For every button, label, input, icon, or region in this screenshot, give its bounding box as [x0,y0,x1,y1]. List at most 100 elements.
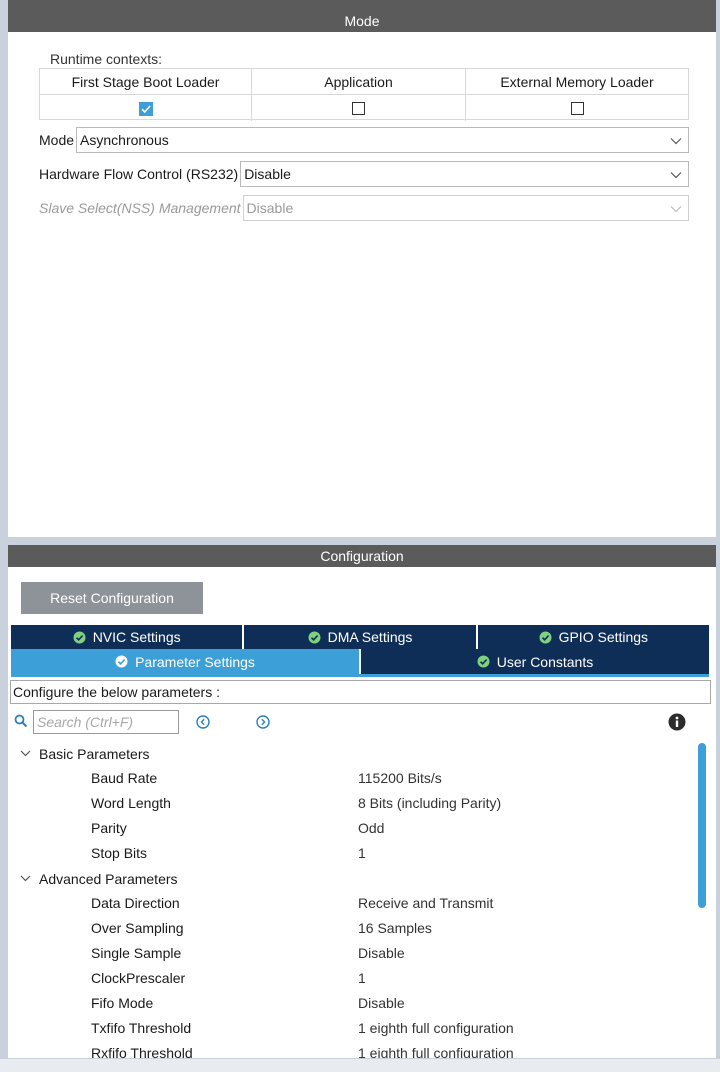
mode-panel-header: Mode [8,10,716,32]
nss-row: Slave Select(NSS) Management Disable [39,195,689,221]
nss-label: Slave Select(NSS) Management [39,200,241,216]
check-circle-icon [539,631,552,643]
param-value: Disable [358,995,405,1011]
param-name: Data Direction [91,895,180,911]
param-value: 1 eighth full configuration [358,1020,514,1036]
param-row-word-length[interactable]: Word Length 8 Bits (including Parity) [8,791,698,816]
param-name: Txfifo Threshold [91,1020,192,1036]
reset-configuration-button[interactable]: Reset Configuration [21,582,203,614]
mode-row: Mode Asynchronous [39,127,689,153]
tab-gpio-settings-label: GPIO Settings [558,629,649,645]
panel-splitter[interactable] [0,537,720,545]
param-name: Rxfifo Threshold [91,1045,193,1058]
search-toolbar [14,710,704,734]
tab-dma-settings-label: DMA Settings [327,629,413,645]
context-cell-external-memory-loader [466,95,688,121]
configure-description: Configure the below parameters : [10,680,711,704]
frame-left-border [0,0,8,1072]
runtime-contexts-label: Runtime contexts: [50,51,163,67]
nss-select-value: Disable [246,200,294,216]
previous-match-icon[interactable] [196,715,210,729]
tab-parameter-settings-label: Parameter Settings [135,653,255,670]
group-label: Advanced Parameters [39,870,178,887]
tab-gpio-settings[interactable]: GPIO Settings [477,625,709,649]
info-icon[interactable] [668,713,686,731]
context-header-fsbl: First Stage Boot Loader [40,69,252,95]
context-cell-fsbl [40,95,252,121]
active-tab-underline [11,674,709,677]
tab-dma-settings[interactable]: DMA Settings [244,625,478,649]
param-row-over-sampling[interactable]: Over Sampling 16 Samples [8,916,698,941]
param-row-parity[interactable]: Parity Odd [8,816,698,841]
mode-panel: Mode Runtime contexts: First Stage Boot … [8,0,716,537]
check-circle-icon [477,655,490,668]
chevron-down-icon [20,750,31,757]
tab-nvic-settings[interactable]: NVIC Settings [11,625,245,649]
external-memory-loader-checkbox[interactable] [570,101,584,115]
param-row-baud-rate[interactable]: Baud Rate 115200 Bits/s [8,766,698,791]
hwflow-select-value: Disable [244,166,291,182]
param-value: 1 [358,845,366,861]
check-circle-icon [73,631,86,643]
runtime-contexts-table: First Stage Boot Loader Application Exte… [39,68,689,121]
param-value: Odd [358,820,385,836]
mode-label: Mode [39,132,75,148]
context-header-external-memory-loader: External Memory Loader [466,69,688,95]
param-name: ClockPrescaler [91,970,186,986]
settings-tabs-row-1: NVIC Settings DMA Settings GPIO Settings [11,625,709,649]
param-value: Receive and Transmit [358,895,494,911]
mode-top-strip [8,0,716,10]
check-circle-icon [115,655,128,668]
param-name: Parity [91,820,127,836]
search-input[interactable] [33,710,179,734]
search-icon[interactable] [14,714,28,728]
tab-nvic-settings-label: NVIC Settings [92,629,181,645]
param-row-rxfifo-threshold[interactable]: Rxfifo Threshold 1 eighth full configura… [8,1041,698,1058]
group-advanced-parameters[interactable]: Advanced Parameters [8,866,698,891]
frame-right-border [716,0,720,1072]
param-row-single-sample[interactable]: Single Sample Disable [8,941,698,966]
param-name: Fifo Mode [91,995,154,1011]
nss-select: Disable [242,195,689,221]
group-basic-parameters[interactable]: Basic Parameters [8,741,698,766]
parameter-tree: Basic Parameters Baud Rate 115200 Bits/s… [8,741,698,1058]
mode-select-value: Asynchronous [80,132,169,148]
next-match-icon[interactable] [256,715,270,729]
param-value: 1 eighth full configuration [358,1045,514,1058]
param-row-fifo-mode[interactable]: Fifo Mode Disable [8,991,698,1016]
chevron-down-icon [670,172,682,179]
param-value: 16 Samples [358,920,432,936]
fsbl-checkbox[interactable] [139,101,153,116]
application-checkbox[interactable] [352,101,365,115]
param-row-data-direction[interactable]: Data Direction Receive and Transmit [8,891,698,916]
configuration-panel-header: Configuration [8,545,716,567]
chevron-down-icon [20,875,31,882]
param-name: Over Sampling [91,920,184,936]
hwflow-label: Hardware Flow Control (RS232) [39,166,239,182]
hwflow-select[interactable]: Disable [240,161,689,187]
mode-select[interactable]: Asynchronous [76,127,689,153]
param-name: Baud Rate [91,770,158,786]
hwflow-row: Hardware Flow Control (RS232) Disable [39,161,689,187]
parameter-list-scrollbar[interactable] [698,743,706,908]
frame-bottom-border [0,1058,720,1072]
param-name: Stop Bits [91,845,148,861]
tab-user-constants[interactable]: User Constants [361,649,709,674]
param-name: Single Sample [91,945,182,961]
context-header-application: Application [252,69,466,95]
param-name: Word Length [91,795,171,811]
chevron-down-icon [670,138,682,145]
check-circle-icon [308,631,321,643]
param-row-txfifo-threshold[interactable]: Txfifo Threshold 1 eighth full configura… [8,1016,698,1041]
settings-tabs-row-2: Parameter Settings User Constants [11,649,709,674]
param-value: 8 Bits (including Parity) [358,795,502,811]
group-label: Basic Parameters [39,745,150,762]
param-value: Disable [358,945,405,961]
param-row-stop-bits[interactable]: Stop Bits 1 [8,841,698,866]
param-row-clock-prescaler[interactable]: ClockPrescaler 1 [8,966,698,991]
configuration-panel: Configuration Reset Configuration NVIC S… [8,545,716,1058]
context-cell-application [252,95,466,121]
param-value: 1 [358,970,366,986]
tab-parameter-settings[interactable]: Parameter Settings [11,649,361,674]
chevron-down-icon [670,206,682,213]
